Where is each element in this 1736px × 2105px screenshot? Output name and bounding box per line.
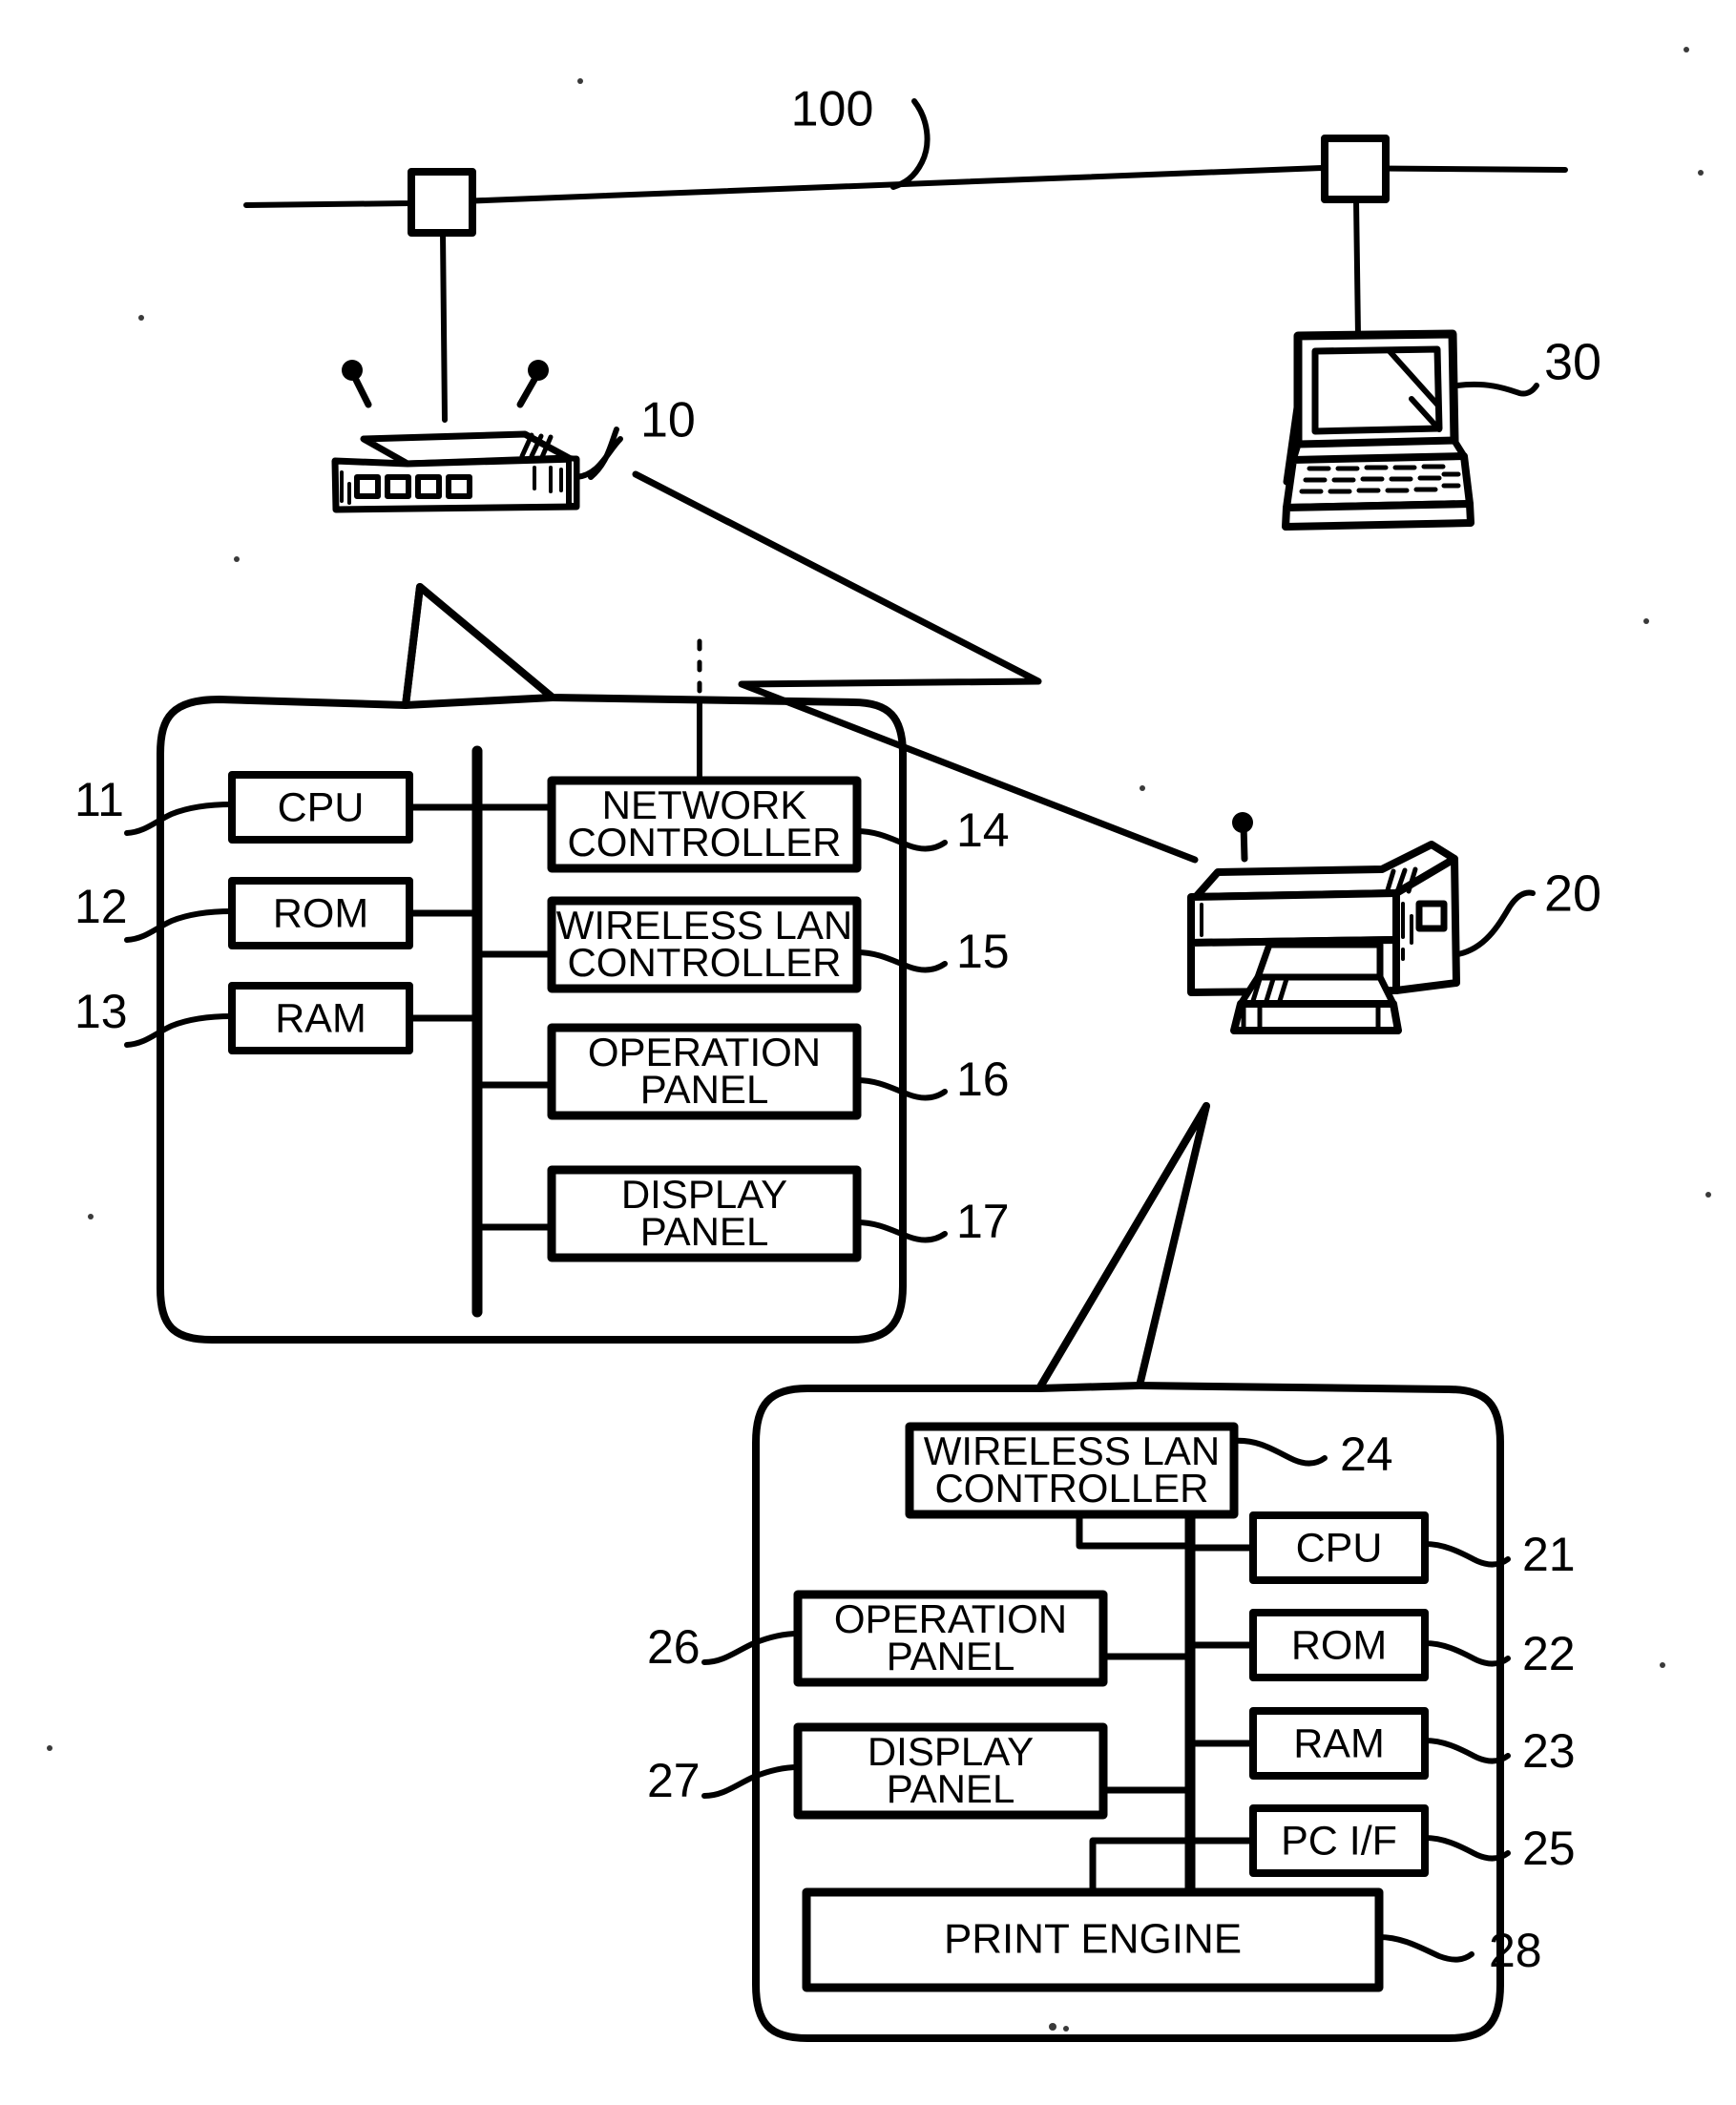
access-point-led-2 bbox=[385, 474, 411, 499]
block-wireless-lan-controller-1-line2: CONTROLLER bbox=[567, 940, 841, 985]
block-display-panel-1-line2: PANEL bbox=[640, 1209, 769, 1254]
access-point-led-4 bbox=[446, 474, 472, 499]
bus-connector-wireless-lan-2 bbox=[1076, 1511, 1194, 1550]
block-display-panel-2-line2: PANEL bbox=[887, 1766, 1015, 1811]
block-network-controller-line2: CONTROLLER bbox=[567, 820, 841, 865]
ref-14: 14 bbox=[956, 803, 1010, 857]
printer-display-window bbox=[1415, 900, 1448, 932]
ref-leader-24 bbox=[1231, 1437, 1328, 1467]
ref-16: 16 bbox=[956, 1052, 1010, 1106]
bus-connector-print-engine bbox=[1089, 1837, 1194, 1896]
ref-leader-12 bbox=[124, 908, 235, 943]
access-point-side-face bbox=[566, 455, 579, 510]
ref-leader-21 bbox=[1422, 1541, 1511, 1568]
network-label-leader bbox=[890, 98, 931, 190]
access-point-ref-leader bbox=[588, 427, 619, 480]
block-cpu-1-label: CPU bbox=[278, 784, 365, 830]
block-print-engine-label: PRINT ENGINE bbox=[944, 1916, 1242, 1963]
laptop-ref-leader bbox=[1454, 381, 1539, 397]
ref-leader-13 bbox=[124, 1013, 235, 1048]
antenna-left-tip bbox=[342, 360, 363, 381]
ref-12: 12 bbox=[74, 880, 128, 933]
ref-leader-28 bbox=[1376, 1934, 1475, 1963]
network-label-100: 100 bbox=[791, 82, 874, 137]
printer-ref-20: 20 bbox=[1544, 865, 1601, 922]
ref-22: 22 bbox=[1522, 1627, 1576, 1680]
ref-28: 28 bbox=[1489, 1924, 1542, 1977]
access-point-led-1 bbox=[354, 474, 381, 499]
antenna-right-tip bbox=[528, 360, 549, 381]
ref-leader-27 bbox=[701, 1764, 801, 1799]
block-ram-1-label: RAM bbox=[275, 995, 366, 1041]
ref-21: 21 bbox=[1522, 1528, 1576, 1581]
printer-tray-step bbox=[1237, 973, 1397, 1008]
block-rom-1-label: ROM bbox=[273, 890, 368, 936]
block-ram-2-label: RAM bbox=[1293, 1720, 1385, 1766]
printer-ref-leader bbox=[1455, 889, 1536, 957]
laptop-ref-30: 30 bbox=[1544, 333, 1601, 390]
ref-24: 24 bbox=[1340, 1428, 1393, 1481]
network-drop-line-ap bbox=[440, 230, 448, 423]
printer-body-upper bbox=[1187, 889, 1400, 947]
block-cpu-2-label: CPU bbox=[1296, 1525, 1383, 1571]
access-point-ref-10: 10 bbox=[640, 393, 696, 448]
ref-11: 11 bbox=[74, 773, 124, 826]
ref-leader-25 bbox=[1422, 1835, 1511, 1862]
ref-17: 17 bbox=[956, 1195, 1010, 1248]
patent-figure-svg: 100 10 30 20 CPU ROM RAM NETWORK CONTROL… bbox=[47, 47, 1711, 2042]
ref-23: 23 bbox=[1522, 1724, 1576, 1778]
block-pc-if-label: PC I/F bbox=[1281, 1818, 1397, 1864]
ref-13: 13 bbox=[74, 985, 128, 1038]
ref-15: 15 bbox=[956, 925, 1010, 978]
ref-leader-22 bbox=[1422, 1640, 1511, 1667]
printer-output-slot bbox=[1254, 941, 1384, 981]
ref-26: 26 bbox=[647, 1620, 701, 1674]
block-wireless-lan-controller-2-line2: CONTROLLER bbox=[934, 1466, 1208, 1511]
laptop-base-front bbox=[1282, 500, 1475, 531]
laptop-screen bbox=[1311, 345, 1443, 435]
access-point-device: 10 bbox=[331, 360, 696, 513]
network-drop-line-laptop bbox=[1353, 197, 1361, 339]
ref-leader-11 bbox=[124, 802, 235, 836]
ref-27: 27 bbox=[647, 1754, 701, 1807]
callout-tail-access-point bbox=[402, 583, 556, 709]
antenna-right-rod bbox=[516, 374, 539, 408]
laptop-device: 30 bbox=[1282, 329, 1601, 531]
block-rom-2-label: ROM bbox=[1291, 1622, 1387, 1668]
ref-leader-23 bbox=[1422, 1738, 1511, 1764]
ref-25: 25 bbox=[1522, 1822, 1576, 1875]
block-operation-panel-2-line2: PANEL bbox=[887, 1634, 1015, 1678]
block-operation-panel-1-line2: PANEL bbox=[640, 1067, 769, 1112]
figure-page: 100 10 30 20 CPU ROM RAM NETWORK CONTROL… bbox=[0, 0, 1736, 2105]
network-tap-box-right bbox=[1321, 135, 1390, 203]
antenna-left-rod bbox=[351, 374, 372, 408]
network-tap-box-left bbox=[408, 168, 476, 237]
ref-leader-26 bbox=[701, 1631, 801, 1665]
access-point-led-3 bbox=[415, 474, 442, 499]
printer-device: 20 bbox=[1187, 812, 1601, 1034]
printer-antenna-tip bbox=[1232, 812, 1253, 833]
